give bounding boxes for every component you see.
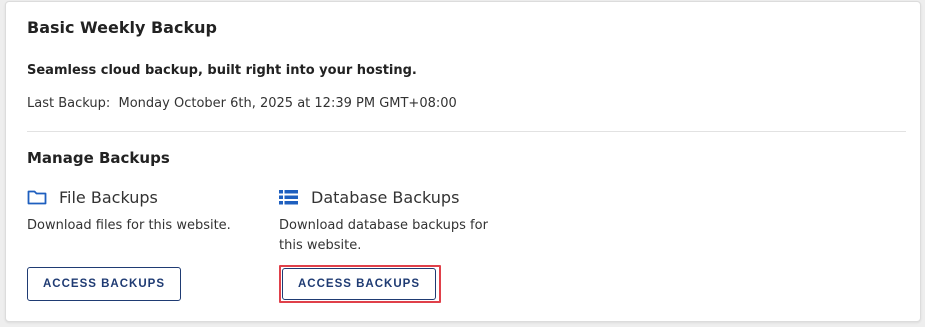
database-backups-column: Database Backups Download database backu…	[279, 185, 519, 256]
database-backups-label: Database Backups	[311, 187, 460, 207]
database-backups-header: Database Backups	[279, 185, 519, 209]
card-title: Basic Weekly Backup	[27, 18, 217, 37]
file-backups-header: File Backups	[27, 185, 267, 209]
database-list-icon	[279, 187, 301, 207]
file-backups-description: Download files for this website.	[27, 218, 231, 233]
last-backup-info: Last Backup: Monday October 6th, 2025 at…	[27, 96, 457, 111]
manage-backups-title: Manage Backups	[27, 149, 170, 167]
folder-icon	[27, 187, 49, 207]
backup-card: Basic Weekly Backup Seamless cloud backu…	[5, 1, 921, 322]
database-access-backups-button[interactable]: ACCESS BACKUPS	[282, 268, 436, 300]
file-backups-label: File Backups	[59, 187, 158, 207]
divider	[27, 131, 906, 132]
database-backups-description: Download database backups for this websi…	[279, 218, 488, 253]
file-access-backups-button[interactable]: ACCESS BACKUPS	[27, 267, 181, 301]
file-backups-column: File Backups Download files for this web…	[27, 185, 267, 236]
last-backup-value: Monday October 6th, 2025 at 12:39 PM GMT…	[118, 96, 457, 111]
tagline: Seamless cloud backup, built right into …	[27, 63, 417, 78]
last-backup-label: Last Backup:	[27, 96, 111, 111]
